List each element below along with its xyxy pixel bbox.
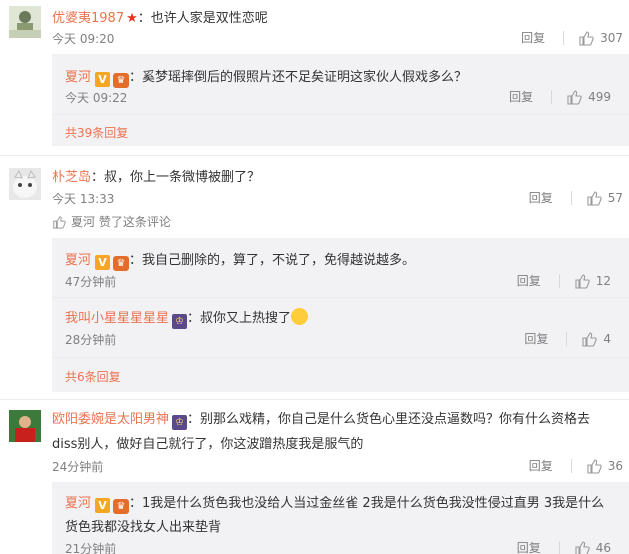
like-count: 12 [595,273,611,288]
reply-button[interactable]: 回复 [529,189,553,206]
reply-button[interactable]: 回复 [517,272,541,289]
reply-button[interactable]: 回复 [509,88,533,105]
like-count: 36 [607,458,623,473]
divider [52,357,629,358]
comment-body: ：叔，你上一条微博被删了？ [91,170,261,185]
thumb-up-icon[interactable] [578,30,594,46]
reply-username[interactable]: 夏河 [65,253,91,268]
reply-time: 47分钟前 [65,275,117,289]
reply-button[interactable]: 回复 [524,330,548,347]
avatar[interactable] [9,6,41,38]
medal-badge-icon: ♔ [172,314,188,329]
comment-actions: 回复 36 [529,457,623,474]
reply-body: ：1我是什么货色我也没给人当过金丝雀 2我是什么货色我没性侵过直男 3我是什么 [129,496,605,511]
liked-by-text: 夏河 赞了这条评论 [71,215,171,229]
comment-text: 朴芝岛：叔，你上一条微博被删了？ [52,166,260,185]
star-icon: ★ [126,11,138,26]
more-replies-link[interactable]: 共39条回复 [65,124,128,141]
liked-by-note: 夏河 赞了这条评论 [52,213,171,230]
thumb-up-icon[interactable] [566,89,582,105]
comment-text: 欧阳委婉是太阳男神 ♔ ：别那么戏精，你自己是什么货色心里还没点逼数吗？你有什么资格… [52,408,590,430]
reply-actions: 回复 4 [524,330,611,347]
comment-body: ：也许人家是双性恋呢 [137,11,268,26]
reply-button[interactable]: 回复 [521,29,545,46]
divider [563,30,565,45]
divider [566,331,568,346]
comment-text-line2: diss别人，做好自己就行了，你这波蹭热度我是服气的 [52,437,364,452]
comment-text: 优婆夷1987 ★：也许人家是双性恋呢 [52,7,268,26]
verified-badge-icon: V [95,72,111,87]
comment-username[interactable]: 朴芝岛 [52,170,91,185]
comment-actions: 回复 307 [521,29,623,46]
comment-actions: 回复 57 [529,189,623,206]
medal-badge-icon: ♔ [172,415,188,430]
vip-badge-icon: ♛ [113,73,130,88]
section-divider [0,399,629,400]
reply-body: ：奚梦瑶摔倒后的假照片还不足矣证明这家伙人假戏多么？ [129,70,468,85]
like-count: 57 [607,190,623,205]
like-count: 4 [603,331,611,346]
thumb-up-icon[interactable] [574,540,590,554]
reply-body: ：我自己删除的，算了，不说了，免得越说越多。 [129,253,416,268]
thumb-up-icon[interactable] [586,190,602,206]
reply-text: 夏河 V ♛ ：1我是什么货色我也没给人当过金丝雀 2我是什么货色我没性侵过直男 3我… [65,492,604,514]
comment-body: ：别那么戏精，你自己是什么货色心里还没点逼数吗？你有什么资格去 [187,412,591,427]
reply-text: 夏河 V ♛ ：奚梦瑶摔倒后的假照片还不足矣证明这家伙人假戏多么？ [65,66,467,88]
reply-time: 21分钟前 [65,542,117,554]
thumb-up-icon[interactable] [581,331,598,347]
comment-time: 今天 13:33 [52,192,115,206]
comment-time: 24分钟前 [52,460,104,474]
divider [570,458,572,473]
reply-actions: 回复 499 [509,88,611,105]
comment-username[interactable]: 优婆夷1987 [52,11,124,26]
reply-button[interactable]: 回复 [517,539,541,554]
section-divider [0,155,629,156]
reply-actions: 回复 12 [517,272,611,289]
reply-time: 今天 09:22 [65,91,128,105]
reply-text: 我叫小星星星星星 ♔ ：叔你又上热搜了 [65,307,309,329]
vip-badge-icon: ♛ [113,256,130,271]
reply-button[interactable]: 回复 [529,457,553,474]
vip-badge-icon: ♛ [113,499,130,514]
divider [558,273,560,288]
thumb-up-icon[interactable] [574,273,590,289]
verified-badge-icon: V [95,255,111,270]
reply-time: 28分钟前 [65,333,117,347]
divider [52,114,629,115]
avatar[interactable] [9,410,41,442]
more-replies-link[interactable]: 共6条回复 [65,368,121,385]
avatar[interactable] [9,168,41,200]
divider [558,540,560,554]
reply-text: 夏河 V ♛ ：我自己删除的，算了，不说了，免得越说越多。 [65,249,415,271]
reply-text-line2: 货色我都没找女人出来垫背 [65,520,222,535]
reply-body: ：叔你又上热搜了 [187,311,292,326]
like-count: 46 [595,540,611,554]
reply-username[interactable]: 我叫小星星星星星 [65,311,169,326]
comment-username[interactable]: 欧阳委婉是太阳男神 [52,412,169,427]
divider [52,297,629,298]
grin-emoji-icon [291,308,309,325]
verified-badge-icon: V [95,498,111,513]
reply-actions: 回复 46 [517,539,611,554]
reply-username[interactable]: 夏河 [65,496,91,511]
divider [551,89,553,104]
reply-username[interactable]: 夏河 [65,70,91,85]
divider [570,190,572,205]
comment-time: 今天 09:20 [52,32,115,46]
like-count: 307 [600,30,623,45]
thumb-up-icon [53,215,66,229]
like-count: 499 [588,89,611,104]
thumb-up-icon[interactable] [586,458,602,474]
